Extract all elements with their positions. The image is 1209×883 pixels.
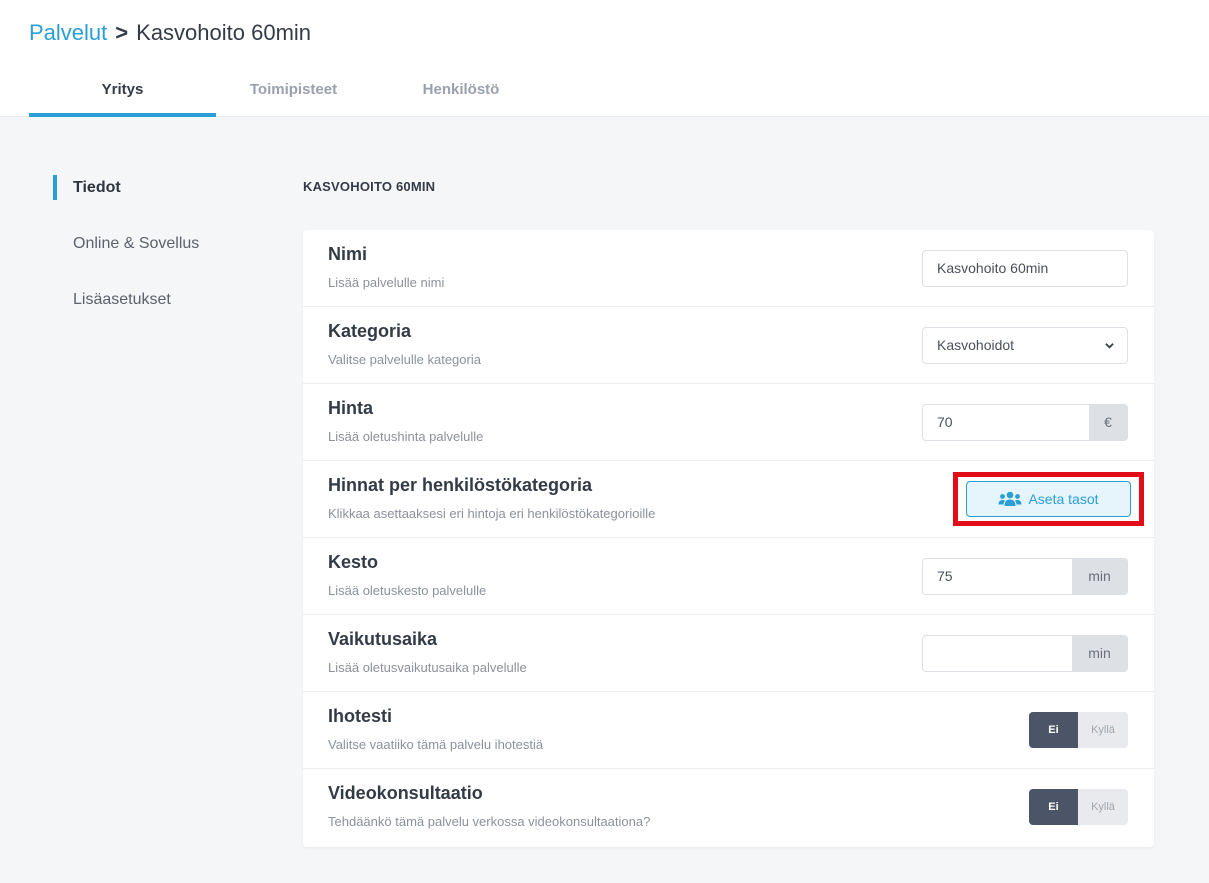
name-label: Nimi bbox=[328, 244, 368, 264]
row-price-tiers: Hinnat per henkilöstökategoria Klikkaa a… bbox=[303, 461, 1154, 538]
duration-label: Kesto bbox=[328, 552, 379, 572]
price-input-group: 70 € bbox=[922, 404, 1128, 441]
page-title: Kasvohoito 60min bbox=[136, 20, 312, 45]
row-skin-test: Ihotesti Valitse vaatiiko tämä palvelu i… bbox=[303, 692, 1154, 769]
row-effect-time: Vaikutusaika Lisää oletusvaikutusaika pa… bbox=[303, 615, 1154, 692]
set-tiers-button-label: Aseta tasot bbox=[1028, 491, 1099, 507]
tab-toimipisteet[interactable]: Toimipisteet bbox=[216, 78, 371, 117]
skin-test-option-kylla[interactable]: Kyllä bbox=[1078, 712, 1128, 748]
breadcrumb: Palvelut > Kasvohoito 60min bbox=[29, 20, 311, 46]
effect-time-label: Vaikutusaika bbox=[328, 629, 438, 649]
tab-yritys[interactable]: Yritys bbox=[29, 78, 216, 117]
top-tabs: Yritys Toimipisteet Henkilöstö bbox=[29, 78, 551, 117]
category-label: Kategoria bbox=[328, 321, 412, 341]
category-select[interactable]: Kasvohoidot bbox=[922, 327, 1128, 364]
set-tiers-button[interactable]: Aseta tasot bbox=[966, 481, 1131, 517]
row-price: Hinta Lisää oletushinta palvelulle 70 € bbox=[303, 384, 1154, 461]
skin-test-option-ei[interactable]: Ei bbox=[1029, 712, 1078, 748]
duration-input[interactable]: 75 bbox=[923, 559, 1072, 594]
skin-test-label: Ihotesti bbox=[328, 706, 393, 726]
highlight-box: Aseta tasot bbox=[953, 472, 1144, 526]
video-consultation-option-ei[interactable]: Ei bbox=[1029, 789, 1078, 825]
effect-time-input-group: min bbox=[922, 635, 1128, 672]
duration-unit: min bbox=[1072, 559, 1127, 594]
row-name: Nimi Lisää palvelulle nimi Kasvohoito 60… bbox=[303, 230, 1154, 307]
euro-unit: € bbox=[1089, 405, 1127, 440]
category-select-value: Kasvohoidot bbox=[937, 337, 1015, 353]
side-nav-item-tiedot[interactable]: Tiedot bbox=[53, 173, 253, 202]
video-consultation-description: Tehdäänkö tämä palvelu verkossa videokon… bbox=[328, 814, 651, 829]
skin-test-toggle: Ei Kyllä bbox=[1029, 712, 1128, 748]
section-title: KASVOHOITO 60MIN bbox=[303, 179, 436, 194]
users-icon bbox=[998, 491, 1022, 506]
breadcrumb-link-palvelut[interactable]: Palvelut bbox=[29, 20, 107, 46]
service-details-card: Nimi Lisää palvelulle nimi Kasvohoito 60… bbox=[303, 230, 1154, 847]
row-duration: Kesto Lisää oletuskesto palvelulle 75 mi… bbox=[303, 538, 1154, 615]
side-nav: Tiedot Online & Sovellus Lisäasetukset bbox=[53, 173, 253, 341]
price-description: Lisää oletushinta palvelulle bbox=[328, 429, 484, 444]
video-consultation-toggle: Ei Kyllä bbox=[1029, 789, 1128, 825]
tab-henkilosto[interactable]: Henkilöstö bbox=[371, 78, 551, 117]
skin-test-description: Valitse vaatiiko tämä palvelu ihotestiä bbox=[328, 737, 544, 752]
category-description: Valitse palvelulle kategoria bbox=[328, 352, 481, 367]
price-tiers-description: Klikkaa asettaaksesi eri hintoja eri hen… bbox=[328, 506, 656, 521]
video-consultation-option-kylla[interactable]: Kyllä bbox=[1078, 789, 1128, 825]
side-nav-item-online-sovellus[interactable]: Online & Sovellus bbox=[53, 229, 253, 258]
name-description: Lisää palvelulle nimi bbox=[328, 275, 445, 290]
effect-time-input[interactable] bbox=[923, 636, 1072, 671]
row-video-consultation: Videokonsultaatio Tehdäänkö tämä palvelu… bbox=[303, 769, 1154, 847]
duration-input-group: 75 min bbox=[922, 558, 1128, 595]
price-tiers-label: Hinnat per henkilöstökategoria bbox=[328, 475, 593, 495]
breadcrumb-separator-icon: > bbox=[115, 20, 129, 45]
video-consultation-label: Videokonsultaatio bbox=[328, 783, 483, 803]
chevron-down-icon bbox=[1105, 343, 1114, 349]
duration-description: Lisää oletuskesto palvelulle bbox=[328, 583, 487, 598]
row-category: Kategoria Valitse palvelulle kategoria K… bbox=[303, 307, 1154, 384]
price-input[interactable]: 70 bbox=[923, 405, 1089, 440]
page-header: Palvelut > Kasvohoito 60min Yritys Toimi… bbox=[0, 0, 1209, 117]
price-label: Hinta bbox=[328, 398, 373, 418]
side-nav-item-lisaasetukset[interactable]: Lisäasetukset bbox=[53, 285, 253, 314]
name-input[interactable]: Kasvohoito 60min bbox=[922, 250, 1128, 287]
effect-time-unit: min bbox=[1072, 636, 1127, 671]
effect-time-description: Lisää oletusvaikutusaika palvelulle bbox=[328, 660, 527, 675]
